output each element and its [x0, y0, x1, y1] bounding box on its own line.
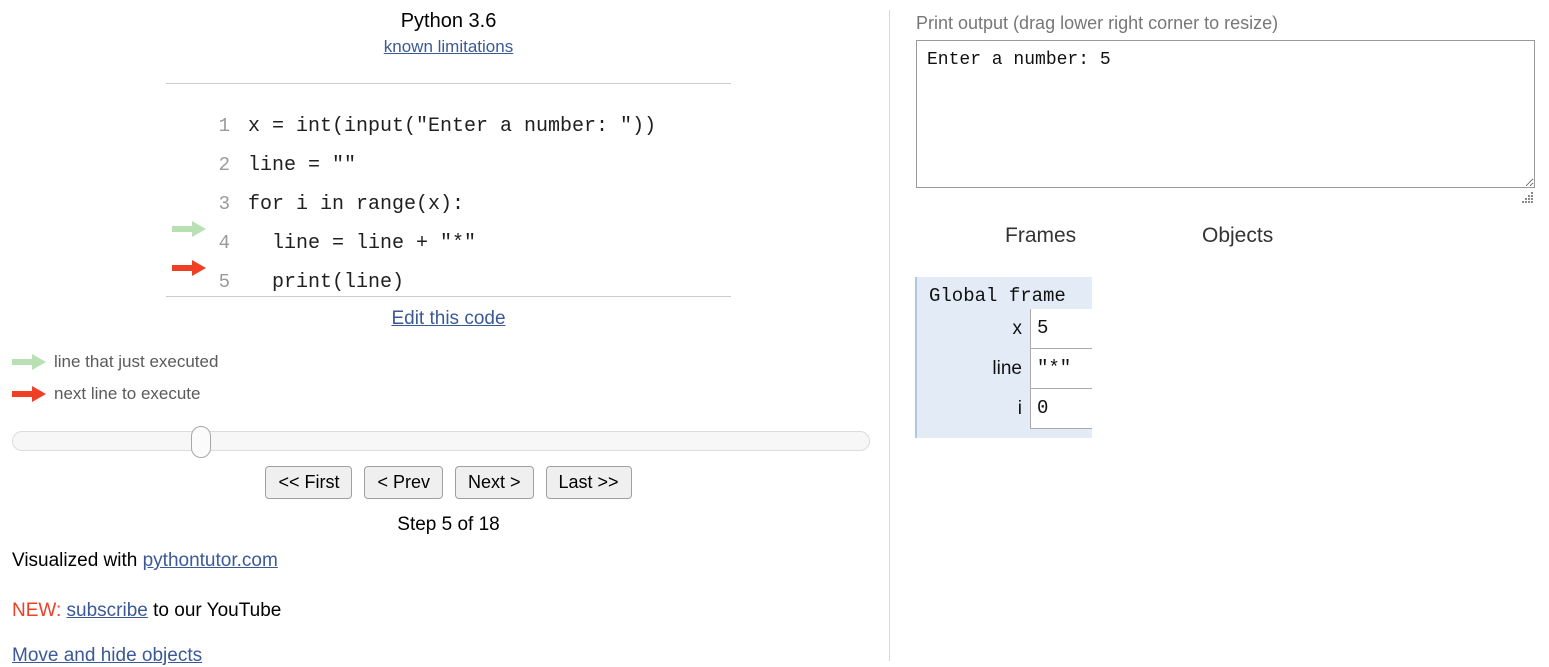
code-display: 1 x = int(input("Enter a number: ")) 2 l… — [166, 83, 731, 297]
global-frame-title: Global frame — [929, 285, 1066, 307]
variable-name: i — [1017, 398, 1022, 419]
variable-value: "*" — [1030, 349, 1092, 389]
code-text: x = int(input("Enter a number: ")) — [248, 115, 657, 138]
credit-prefix: Visualized with — [12, 550, 143, 571]
variable-value: 0 — [1030, 389, 1092, 429]
arrow-cell — [166, 209, 210, 248]
next-line-arrow-icon — [172, 259, 206, 276]
arrow-cell — [166, 248, 210, 287]
arrow-cell — [166, 92, 210, 131]
line-number: 5 — [218, 271, 230, 293]
frame-variable-row: i 0 — [917, 389, 1092, 429]
print-output-textarea[interactable]: Enter a number: 5 — [916, 40, 1535, 188]
line-number: 3 — [218, 193, 230, 215]
promo-line: NEW: subscribe to our YouTube — [12, 600, 281, 622]
subscribe-link[interactable]: subscribe — [67, 600, 148, 621]
legend-next-line: next line to execute — [12, 383, 200, 405]
move-and-hide-objects-link[interactable]: Move and hide objects — [12, 645, 202, 667]
last-button[interactable]: Last >> — [545, 466, 632, 499]
variable-name: x — [1012, 318, 1023, 339]
code-and-controls-panel: Python 3.6 known limitations 1 x = int(i… — [0, 0, 889, 666]
resize-grip-icon[interactable] — [1521, 190, 1535, 204]
execution-slider[interactable] — [12, 426, 870, 458]
code-text: for i in range(x): — [248, 193, 465, 216]
line-number: 2 — [218, 154, 230, 176]
variable-name: line — [992, 358, 1022, 379]
legend-next-line-label: next line to execute — [54, 384, 201, 403]
first-button[interactable]: << First — [265, 466, 353, 499]
code-header: Python 3.6 known limitations — [166, 8, 731, 58]
print-output-label: Print output (drag lower right corner to… — [916, 13, 1279, 33]
arrow-cell — [166, 131, 210, 170]
navigation-buttons: << First < Prev Next > Last >> — [166, 466, 731, 499]
code-text: line = "" — [248, 154, 357, 177]
legend-just-executed-label: line that just executed — [54, 352, 219, 371]
code-text: line = line + "*" — [248, 232, 477, 255]
step-counter-label: Step 5 of 18 — [397, 514, 500, 535]
edit-this-code-link[interactable]: Edit this code — [166, 308, 731, 330]
red-arrow-icon — [12, 386, 46, 402]
global-frame-box: Global frame x 5 line "*" i 0 — [915, 277, 1092, 438]
code-text: print(line) — [248, 271, 405, 294]
credit-line: Visualized with pythontutor.com — [12, 550, 278, 572]
new-tag-label: NEW: — [12, 600, 62, 621]
frame-variable-row: line "*" — [917, 349, 1092, 389]
green-arrow-icon — [12, 354, 46, 370]
next-button[interactable]: Next > — [454, 466, 534, 499]
language-title: Python 3.6 — [400, 10, 497, 32]
objects-column-header: Objects — [1202, 224, 1274, 247]
execution-slider-handle[interactable] — [191, 426, 212, 458]
just-executed-arrow-icon — [172, 220, 206, 237]
known-limitations-link[interactable]: known limitations — [384, 36, 513, 58]
visualization-panel: Print output (drag lower right corner to… — [890, 0, 1549, 661]
frames-column-header: Frames — [1005, 224, 1077, 247]
variable-value: 5 — [1030, 309, 1092, 349]
line-number: 1 — [218, 115, 230, 137]
frame-variable-row: x 5 — [917, 309, 1092, 349]
promo-suffix: to our YouTube — [147, 600, 282, 621]
code-line[interactable]: 1 x = int(input("Enter a number: ")) — [166, 92, 731, 138]
prev-button[interactable]: < Prev — [364, 466, 443, 499]
arrow-cell — [166, 170, 210, 209]
legend-just-executed: line that just executed — [12, 351, 218, 373]
line-number: 4 — [218, 232, 230, 254]
pythontutor-link[interactable]: pythontutor.com — [143, 550, 278, 571]
